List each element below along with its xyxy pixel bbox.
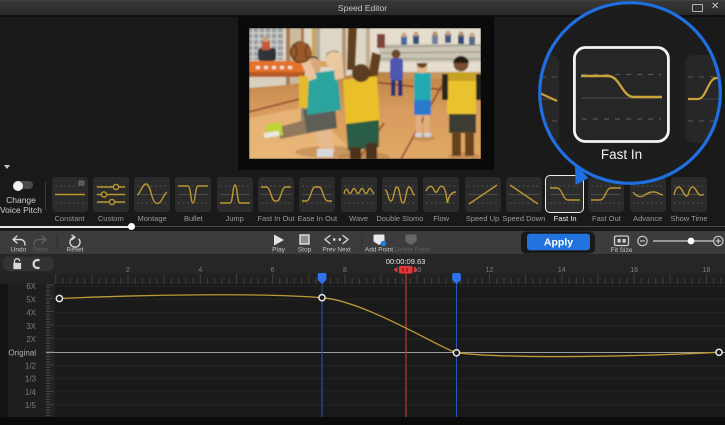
svg-text:5X: 5X bbox=[26, 295, 36, 304]
svg-text:3X: 3X bbox=[26, 322, 36, 331]
svg-text:Undo: Undo bbox=[11, 247, 27, 254]
svg-text:Original: Original bbox=[8, 348, 36, 357]
svg-text:1/2: 1/2 bbox=[25, 362, 37, 371]
svg-text:12: 12 bbox=[486, 267, 494, 274]
svg-text:Redo: Redo bbox=[33, 247, 49, 254]
svg-text:18: 18 bbox=[703, 267, 711, 274]
svg-text:1/5: 1/5 bbox=[25, 401, 37, 410]
svg-text:4: 4 bbox=[198, 267, 202, 274]
svg-text:1/4: 1/4 bbox=[25, 388, 37, 397]
svg-text:8: 8 bbox=[343, 267, 347, 274]
svg-text:Stop: Stop bbox=[298, 247, 312, 254]
svg-text:4X: 4X bbox=[26, 309, 36, 318]
svg-text:2X: 2X bbox=[26, 335, 36, 344]
svg-text:Prev: Prev bbox=[322, 247, 336, 254]
svg-text:1/3: 1/3 bbox=[25, 375, 37, 384]
svg-text:Add Point: Add Point bbox=[365, 247, 393, 254]
svg-text:6X: 6X bbox=[26, 282, 36, 291]
svg-text:6: 6 bbox=[271, 267, 275, 274]
svg-text:Delete Point: Delete Point bbox=[394, 247, 430, 254]
svg-text:16: 16 bbox=[630, 267, 638, 274]
svg-text:Fit Size: Fit Size bbox=[611, 247, 633, 254]
svg-text:00:00:09.63: 00:00:09.63 bbox=[386, 257, 426, 266]
svg-text:2: 2 bbox=[126, 267, 130, 274]
svg-text:Apply: Apply bbox=[544, 237, 573, 249]
svg-text:Reset: Reset bbox=[67, 247, 84, 254]
svg-text:Fast In: Fast In bbox=[601, 147, 642, 162]
svg-text:Play: Play bbox=[272, 247, 285, 254]
svg-text:14: 14 bbox=[558, 267, 566, 274]
svg-text:Next: Next bbox=[337, 247, 351, 254]
